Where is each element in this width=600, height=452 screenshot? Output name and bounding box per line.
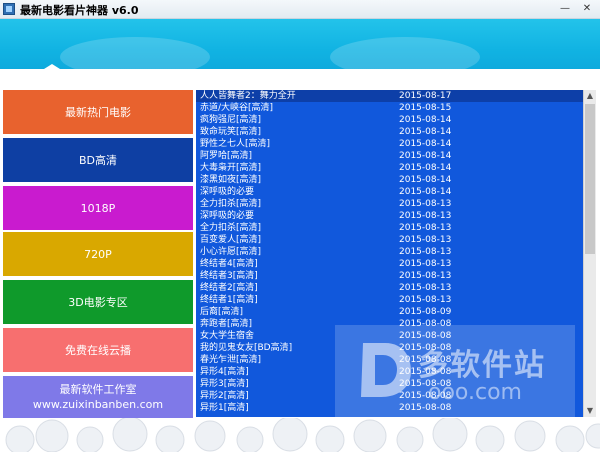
menu-label: 最新软件工作室 bbox=[59, 383, 137, 396]
minimize-button[interactable]: — bbox=[556, 2, 574, 15]
movie-row[interactable]: 致命玩笑[高清] 2015-08-14 bbox=[196, 126, 583, 138]
movie-title: 小心许愿[高清] bbox=[200, 247, 262, 257]
movie-row[interactable]: 百变爱人[高清] 2015-08-13 bbox=[196, 234, 583, 246]
menu-software-studio[interactable]: 最新软件工作室 www.zuixinbanben.com bbox=[3, 376, 193, 418]
movie-title: 大毒枭开[高清] bbox=[200, 163, 262, 173]
close-button[interactable]: ✕ bbox=[578, 2, 596, 15]
movie-row[interactable]: 人人皆舞者2：舞力全开 2015-08-17 bbox=[196, 90, 583, 102]
movie-row[interactable]: 全力扣杀[高清] 2015-08-13 bbox=[196, 222, 583, 234]
movie-title: 女大学生宿舍 bbox=[200, 331, 255, 341]
menu-label: 最新热门电影 bbox=[65, 105, 131, 119]
movie-title: 异形4[高清] bbox=[200, 367, 249, 377]
movie-row[interactable]: 小心许愿[高清] 2015-08-13 bbox=[196, 246, 583, 258]
movie-date: 2015-08-14 bbox=[399, 175, 452, 185]
menu-3d-movies[interactable]: 3D电影专区 bbox=[3, 280, 193, 324]
movie-title: 终结者4[高清] bbox=[200, 259, 258, 269]
movie-title: 异形2[高清] bbox=[200, 391, 249, 401]
movie-title: 终结者1[高清] bbox=[200, 295, 258, 305]
movie-title: 深呼吸的必要 bbox=[200, 187, 255, 197]
menu-1018p[interactable]: 1018P bbox=[3, 186, 193, 230]
movie-title: 阿罗哈[高清] bbox=[200, 151, 253, 161]
menu-label: BD高清 bbox=[78, 153, 118, 167]
movie-row[interactable]: 终结者2[高清] 2015-08-13 bbox=[196, 282, 583, 294]
movie-title: 终结者3[高清] bbox=[200, 271, 258, 281]
movie-row[interactable]: 全力扣杀[高清] 2015-08-13 bbox=[196, 198, 583, 210]
movie-row[interactable]: 阿罗哈[高清] 2015-08-14 bbox=[196, 150, 583, 162]
movie-date: 2015-08-13 bbox=[399, 283, 452, 293]
movie-date: 2015-08-14 bbox=[399, 139, 452, 149]
movie-title: 赤道/大峡谷[高清] bbox=[200, 103, 274, 113]
movie-date: 2015-08-13 bbox=[399, 247, 452, 257]
title-bar: 最新电影看片神器 v6.0 — ✕ bbox=[0, 0, 600, 19]
movie-date: 2015-08-09 bbox=[399, 307, 452, 317]
movie-row[interactable]: 赤道/大峡谷[高清] 2015-08-15 bbox=[196, 102, 583, 114]
menu-url: www.zuixinbanben.com bbox=[32, 398, 164, 411]
movie-title: 致命玩笑[高清] bbox=[200, 127, 262, 137]
banner-divider bbox=[0, 69, 600, 87]
movie-date: 2015-08-13 bbox=[399, 259, 452, 269]
menu-label: 免费在线云播 bbox=[65, 343, 131, 357]
movie-title: 野性之七人[高清] bbox=[200, 139, 271, 149]
menu-label: 1018P bbox=[80, 201, 116, 215]
movie-date: 2015-08-13 bbox=[399, 223, 452, 233]
menu-label: 720P bbox=[84, 247, 112, 261]
menu-bd-hd[interactable]: BD高清 bbox=[3, 138, 193, 182]
movie-title: 异形1[高清] bbox=[200, 403, 249, 413]
movie-date: 2015-08-13 bbox=[399, 295, 452, 305]
movie-row[interactable]: 终结者3[高清] 2015-08-13 bbox=[196, 270, 583, 282]
list-scrollbar[interactable]: ▲ ▼ bbox=[583, 90, 596, 417]
movie-row[interactable]: 深呼吸的必要 2015-08-13 bbox=[196, 210, 583, 222]
movie-title: 百变爱人[高清] bbox=[200, 235, 262, 245]
menu-720p[interactable]: 720P bbox=[3, 232, 193, 276]
menu-label: 3D电影专区 bbox=[68, 295, 128, 309]
movie-date: 2015-08-14 bbox=[399, 115, 452, 125]
movie-row[interactable]: 野性之七人[高清] 2015-08-14 bbox=[196, 138, 583, 150]
movie-row[interactable]: 疯狗强尼[高清] 2015-08-14 bbox=[196, 114, 583, 126]
scroll-up-icon[interactable]: ▲ bbox=[584, 90, 596, 102]
movie-row[interactable]: 漆黑如夜[高清] 2015-08-14 bbox=[196, 174, 583, 186]
movie-title: 疯狗强尼[高清] bbox=[200, 115, 262, 125]
footer-clouds bbox=[0, 418, 600, 452]
watermark-text: 多软件站 bbox=[418, 348, 546, 383]
movie-title: 深呼吸的必要 bbox=[200, 211, 255, 221]
window-controls: — ✕ bbox=[556, 2, 596, 15]
watermark-logo-icon bbox=[361, 343, 411, 397]
banner-notch bbox=[36, 64, 68, 74]
movie-date: 2015-08-14 bbox=[399, 151, 452, 161]
movie-title: 人人皆舞者2：舞力全开 bbox=[200, 91, 296, 101]
movie-date: 2015-08-17 bbox=[399, 91, 452, 101]
movie-date: 2015-08-14 bbox=[399, 163, 452, 173]
movie-date: 2015-08-14 bbox=[399, 187, 452, 197]
movie-date: 2015-08-13 bbox=[399, 271, 452, 281]
movie-title: 我的见鬼女友[BD高清] bbox=[200, 343, 293, 353]
movie-date: 2015-08-15 bbox=[399, 103, 452, 113]
movie-title: 奔跑者[高清] bbox=[200, 319, 253, 329]
movie-title: 春光乍泄[高清] bbox=[200, 355, 262, 365]
movie-row[interactable]: 终结者1[高清] 2015-08-13 bbox=[196, 294, 583, 306]
movie-title: 漆黑如夜[高清] bbox=[200, 175, 262, 185]
window-title: 最新电影看片神器 v6.0 bbox=[20, 4, 139, 17]
movie-row[interactable]: 后裔[高清] 2015-08-09 bbox=[196, 306, 583, 318]
watermark-url: ooo.com bbox=[428, 380, 522, 405]
movie-date: 2015-08-13 bbox=[399, 211, 452, 221]
movie-title: 后裔[高清] bbox=[200, 307, 244, 317]
movie-row[interactable]: 终结者4[高清] 2015-08-13 bbox=[196, 258, 583, 270]
scroll-down-icon[interactable]: ▼ bbox=[584, 405, 596, 417]
movie-title: 全力扣杀[高清] bbox=[200, 199, 262, 209]
movie-row[interactable]: 深呼吸的必要 2015-08-14 bbox=[196, 186, 583, 198]
header-banner bbox=[0, 19, 600, 77]
movie-date: 2015-08-13 bbox=[399, 199, 452, 209]
movie-row[interactable]: 大毒枭开[高清] 2015-08-14 bbox=[196, 162, 583, 174]
movie-title: 终结者2[高清] bbox=[200, 283, 258, 293]
movie-date: 2015-08-13 bbox=[399, 235, 452, 245]
app-icon bbox=[3, 3, 15, 15]
menu-latest-movies[interactable]: 最新热门电影 bbox=[3, 90, 193, 134]
movie-title: 全力扣杀[高清] bbox=[200, 223, 262, 233]
menu-online-cloud-play[interactable]: 免费在线云播 bbox=[3, 328, 193, 372]
movie-date: 2015-08-14 bbox=[399, 127, 452, 137]
movie-title: 异形3[高清] bbox=[200, 379, 249, 389]
scroll-thumb[interactable] bbox=[585, 104, 595, 254]
